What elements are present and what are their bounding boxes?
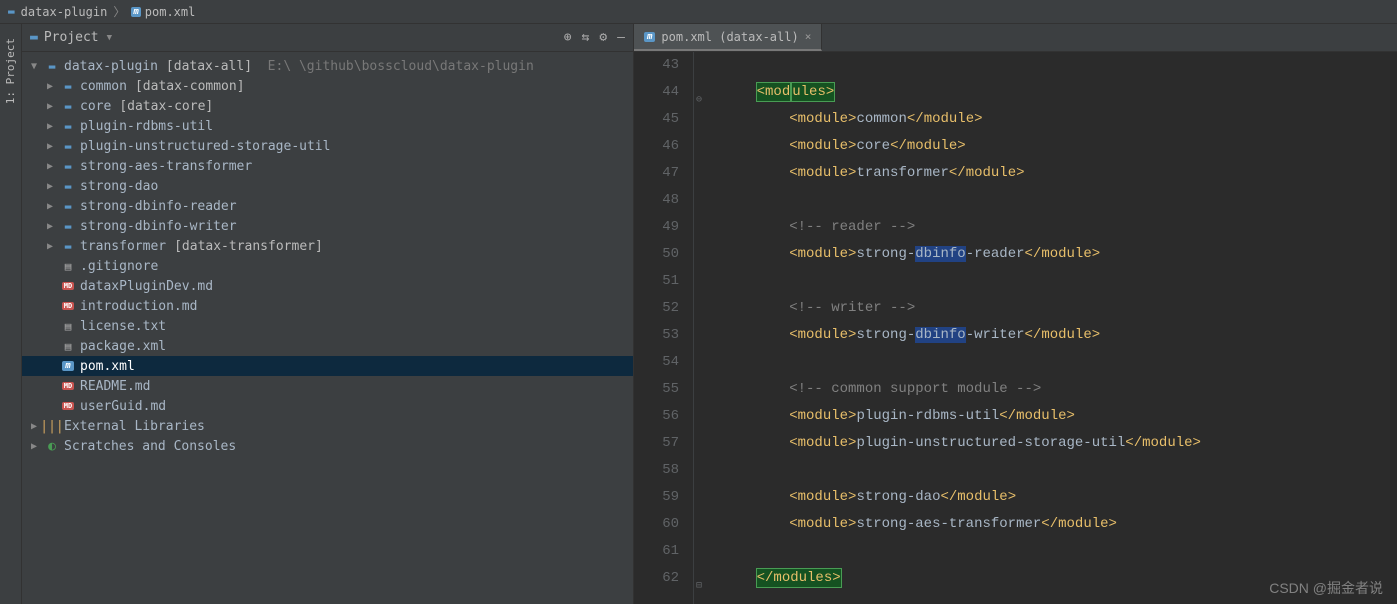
tree-module[interactable]: ▶▬core[datax-core]	[22, 96, 633, 116]
tree-file[interactable]: MDintroduction.md	[22, 296, 633, 316]
fold-toggle[interactable]: ⊖	[696, 87, 702, 114]
tree-module[interactable]: ▶▬common[datax-common]	[22, 76, 633, 96]
tab-label: pom.xml (datax-all)	[661, 30, 798, 44]
fold-gutter: ⊖⊟	[694, 52, 714, 604]
tree-file[interactable]: MDREADME.md	[22, 376, 633, 396]
tree-module[interactable]: ▶▬strong-dbinfo-writer	[22, 216, 633, 236]
close-icon[interactable]: ×	[805, 30, 812, 43]
tree-module[interactable]: ▶▬plugin-rdbms-util	[22, 116, 633, 136]
folder-icon: ▬	[8, 5, 15, 18]
fold-toggle[interactable]: ⊟	[696, 573, 702, 600]
project-toolwin-button[interactable]: 1: Project	[2, 32, 19, 110]
tree-module[interactable]: ▶▬strong-dao	[22, 176, 633, 196]
tree-file[interactable]: ▤license.txt	[22, 316, 633, 336]
project-panel: ▬ Project ▼ ⊕ ⇆ ⚙ — ▼▬datax-plugin[datax…	[22, 24, 634, 604]
external-libraries[interactable]: ▶|||External Libraries	[22, 416, 633, 436]
breadcrumb: ▬ datax-plugin 〉 m pom.xml	[0, 0, 1397, 24]
watermark: CSDN @掘金者说	[1269, 578, 1383, 598]
tree-file[interactable]: mpom.xml	[22, 356, 633, 376]
maven-icon: m	[644, 32, 655, 42]
editor-tabs: m pom.xml (datax-all) ×	[634, 24, 1397, 52]
expand-icon[interactable]: ⇆	[582, 30, 590, 45]
editor[interactable]: 4344454647484950515253545556575859606162…	[634, 52, 1397, 604]
breadcrumb-file[interactable]: pom.xml	[145, 5, 196, 19]
tree-module[interactable]: ▶▬strong-aes-transformer	[22, 156, 633, 176]
scratches[interactable]: ▶◐Scratches and Consoles	[22, 436, 633, 456]
locate-icon[interactable]: ⊕	[564, 30, 572, 45]
tree-module[interactable]: ▶▬plugin-unstructured-storage-util	[22, 136, 633, 156]
panel-title[interactable]: Project	[44, 30, 99, 45]
toolwindow-strip: 1: Project	[0, 24, 22, 604]
editor-tab-pom[interactable]: m pom.xml (datax-all) ×	[634, 24, 822, 51]
project-tree[interactable]: ▼▬datax-plugin[datax-all] E:\ \github\bo…	[22, 52, 633, 604]
tree-file[interactable]: ▤.gitignore	[22, 256, 633, 276]
settings-icon[interactable]: ⚙	[599, 30, 607, 45]
tree-module[interactable]: ▶▬transformer[datax-transformer]	[22, 236, 633, 256]
breadcrumb-root[interactable]: datax-plugin	[21, 5, 108, 19]
panel-header: ▬ Project ▼ ⊕ ⇆ ⚙ —	[22, 24, 633, 52]
tree-file[interactable]: MDuserGuid.md	[22, 396, 633, 416]
tree-module[interactable]: ▶▬strong-dbinfo-reader	[22, 196, 633, 216]
hide-icon[interactable]: —	[617, 30, 625, 45]
dropdown-icon[interactable]: ▼	[107, 33, 112, 43]
editor-panel: m pom.xml (datax-all) × 4344454647484950…	[634, 24, 1397, 604]
tree-file[interactable]: MDdataxPluginDev.md	[22, 276, 633, 296]
breadcrumb-separator: 〉	[113, 3, 125, 20]
code-area[interactable]: <modules> <module>common</module> <modul…	[714, 52, 1397, 604]
tree-root[interactable]: ▼▬datax-plugin[datax-all] E:\ \github\bo…	[22, 56, 633, 76]
tree-file[interactable]: ▤package.xml	[22, 336, 633, 356]
project-icon: ▬	[30, 30, 38, 45]
line-gutter: 4344454647484950515253545556575859606162	[634, 52, 694, 604]
maven-icon: m	[131, 7, 140, 17]
